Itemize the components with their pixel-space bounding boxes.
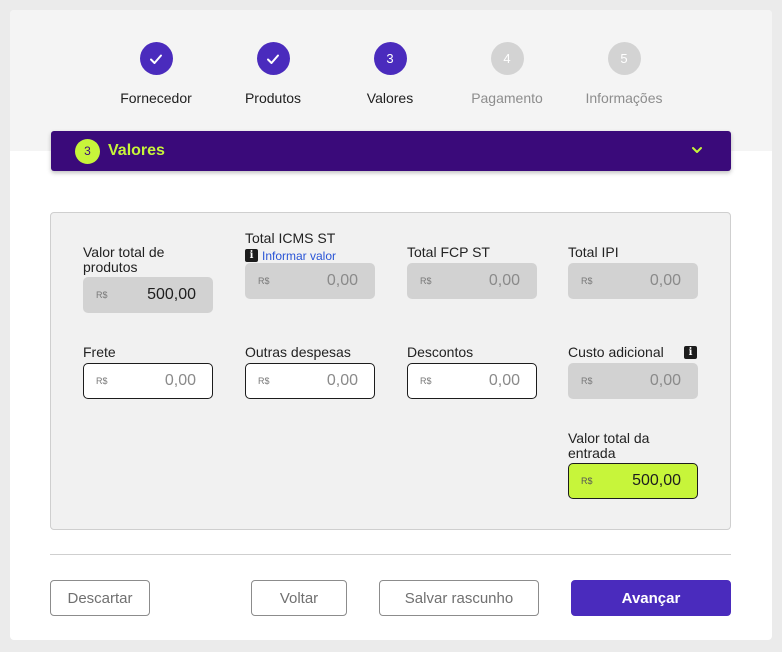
next-button[interactable]: Avançar bbox=[571, 580, 731, 616]
valor-total-entrada-input: R$ 500,00 bbox=[568, 463, 698, 499]
step-informacoes[interactable]: 5 Informações bbox=[554, 42, 694, 106]
step-label: Informações bbox=[585, 90, 663, 106]
frete-input[interactable]: R$ 0,00 bbox=[83, 363, 213, 399]
field-value: 0,00 bbox=[488, 372, 520, 389]
divider bbox=[50, 554, 731, 555]
currency-symbol: R$ bbox=[96, 376, 108, 386]
step-number: 3 bbox=[373, 42, 407, 75]
outras-despesas-input[interactable]: R$ 0,00 bbox=[245, 363, 375, 399]
valor-total-produtos-field: Valor total de produtos R$ 500,00 bbox=[83, 244, 213, 313]
field-label: Valor total da entrada bbox=[568, 430, 650, 461]
total-ipi-field: Total IPI R$ 0,00 bbox=[568, 244, 698, 299]
form-card: Fornecedor Produtos 3 Valores 4 Pagament… bbox=[10, 10, 772, 640]
currency-symbol: R$ bbox=[420, 276, 432, 286]
field-label: Valor total de produtos bbox=[83, 244, 165, 275]
field-label: Total IPI bbox=[568, 244, 619, 260]
section-title: Valores bbox=[108, 142, 165, 159]
field-value: 0,00 bbox=[326, 372, 358, 389]
save-draft-button[interactable]: Salvar rascunho bbox=[379, 580, 539, 616]
info-icon: i bbox=[245, 249, 258, 263]
discard-button[interactable]: Descartar bbox=[50, 580, 150, 616]
field-label: Total ICMS ST bbox=[245, 230, 336, 246]
section-header-valores[interactable]: 3 Valores bbox=[51, 131, 731, 171]
step-number: 4 bbox=[490, 42, 524, 75]
check-icon bbox=[256, 42, 290, 75]
info-icon[interactable]: i bbox=[684, 346, 697, 359]
currency-symbol: R$ bbox=[96, 290, 108, 300]
field-label: Outras despesas bbox=[245, 344, 351, 360]
valor-total-produtos-input: R$ 500,00 bbox=[83, 277, 213, 313]
informar-valor-link[interactable]: Informar valor bbox=[262, 249, 336, 263]
field-value: 0,00 bbox=[164, 372, 196, 389]
stepper: Fornecedor Produtos 3 Valores 4 Pagament… bbox=[10, 10, 772, 151]
field-value: 0,00 bbox=[488, 272, 520, 289]
currency-symbol: R$ bbox=[581, 276, 593, 286]
frete-field: Frete R$ 0,00 bbox=[83, 344, 213, 399]
total-fcp-st-input: R$ 0,00 bbox=[407, 263, 537, 299]
currency-symbol: R$ bbox=[258, 376, 270, 386]
field-value: 500,00 bbox=[632, 472, 681, 489]
total-fcp-st-field: Total FCP ST R$ 0,00 bbox=[407, 244, 537, 299]
section-number: 3 bbox=[75, 138, 100, 164]
step-number: 5 bbox=[607, 42, 641, 75]
custo-adicional-label: Custo adicional bbox=[568, 344, 664, 360]
custo-adicional-input: R$ 0,00 bbox=[568, 363, 698, 399]
field-value: 0,00 bbox=[649, 272, 681, 289]
total-ipi-input: R$ 0,00 bbox=[568, 263, 698, 299]
outras-despesas-field: Outras despesas R$ 0,00 bbox=[245, 344, 375, 399]
custo-adicional-field: Custo adicional i R$ 0,00 bbox=[568, 345, 698, 399]
currency-symbol: R$ bbox=[581, 476, 593, 486]
field-label: Custo adicional i bbox=[568, 345, 698, 360]
currency-symbol: R$ bbox=[581, 376, 593, 386]
currency-symbol: R$ bbox=[258, 276, 270, 286]
descontos-field: Descontos R$ 0,00 bbox=[407, 344, 537, 399]
field-label: Total FCP ST bbox=[407, 244, 490, 260]
descontos-input[interactable]: R$ 0,00 bbox=[407, 363, 537, 399]
field-value: 500,00 bbox=[147, 286, 196, 303]
field-label: Descontos bbox=[407, 344, 474, 360]
back-button[interactable]: Voltar bbox=[251, 580, 347, 616]
valor-total-entrada-field: Valor total da entrada R$ 500,00 bbox=[568, 430, 698, 499]
field-value: 0,00 bbox=[326, 272, 358, 289]
field-value: 0,00 bbox=[649, 372, 681, 389]
total-icms-st-input: R$ 0,00 bbox=[245, 263, 375, 299]
check-icon bbox=[139, 42, 173, 75]
values-panel: Valor total de produtos R$ 500,00 Total … bbox=[50, 212, 731, 530]
currency-symbol: R$ bbox=[420, 376, 432, 386]
total-icms-st-field: Total ICMS ST i Informar valor R$ 0,00 bbox=[245, 230, 375, 299]
chevron-down-icon[interactable] bbox=[691, 144, 703, 156]
field-label: Frete bbox=[83, 344, 116, 360]
